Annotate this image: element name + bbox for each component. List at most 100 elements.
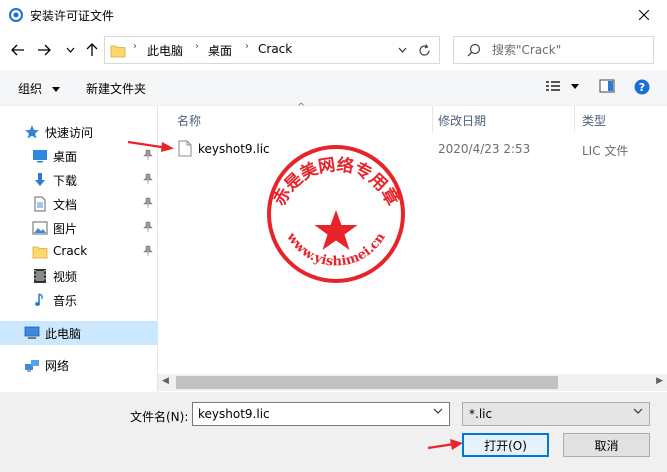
breadcrumb-separator: › [245,41,249,52]
nav-pictures-label: 图片 [53,222,78,236]
music-icon [35,293,43,306]
dialog-footer: 文件名(N): *.lic 打开(O) 取消 [0,392,667,472]
breadcrumb-desktop[interactable]: 桌面 [208,42,232,59]
dialog-app-icon [9,8,23,22]
filename-combobox[interactable] [192,402,450,426]
pin-icon[interactable] [142,173,154,185]
column-divider[interactable] [432,106,433,132]
organize-label: 组织 [18,82,43,96]
chevron-down-icon [66,47,74,53]
pin-icon[interactable] [142,221,154,233]
address-history-dropdown[interactable] [395,43,409,57]
document-icon [34,196,46,212]
file-row[interactable]: keyshot9.lic 2020/4/23 2:53 LIC 文件 [158,138,667,160]
preview-pane-button[interactable] [599,79,615,93]
column-divider[interactable] [574,106,575,132]
file-type-filter-value: *.lic [469,407,493,421]
preview-pane-icon [599,79,615,93]
annotation-arrow-icon [427,439,463,450]
refresh-icon [419,43,430,56]
back-button[interactable] [8,40,28,60]
scroll-right-icon[interactable]: ▶ [656,376,663,386]
search-icon [467,43,481,57]
breadcrumb-this-pc[interactable]: 此电脑 [147,42,183,59]
caret-down-icon [51,87,60,92]
horizontal-scrollbar[interactable]: ◀ ▶ [158,374,667,391]
sort-ascending-icon: ^ [297,102,306,113]
column-headers: ^ 名称 修改日期 类型 [158,102,667,132]
file-name: keyshot9.lic [198,142,270,156]
pictures-icon [32,221,48,235]
annotation-arrow-icon [127,140,174,152]
organize-menu[interactable]: 组织 [18,80,60,97]
refresh-button[interactable] [410,36,440,64]
arrow-up-icon [86,43,98,56]
red-seal-stamp: 赤是美网络专用章 www.yishimei.cn [267,145,405,283]
folder-icon [32,246,48,259]
arrow-left-icon [11,44,24,56]
column-header-type[interactable]: 类型 [582,112,606,129]
svg-text:?: ? [639,81,645,94]
arrow-right-icon [38,44,51,56]
scroll-left-icon[interactable]: ◀ [162,376,169,386]
address-row: › 此电脑 › 桌面 › Crack [0,30,667,70]
video-icon [34,269,46,283]
file-icon [178,140,192,157]
forward-button[interactable] [34,40,54,60]
chevron-down-icon [398,47,406,53]
nav-crack-label: Crack [53,244,88,258]
chevron-down-icon [633,408,643,414]
column-header-date[interactable]: 修改日期 [438,112,486,129]
file-type: LIC 文件 [582,144,629,158]
chevron-down-icon[interactable] [433,408,443,415]
open-button[interactable]: 打开(O) [462,433,549,457]
nav-pictures[interactable]: 图片 [0,216,158,240]
pin-icon[interactable] [142,197,154,209]
title-bar: 安装许可证文件 [0,0,667,30]
svg-text:赤是美网络专用章: 赤是美网络专用章 [269,154,403,209]
new-folder-button[interactable]: 新建文件夹 [86,80,146,97]
address-bar[interactable]: › 此电脑 › 桌面 › Crack [104,36,440,64]
filename-input[interactable] [198,406,418,422]
command-bar: 组织 新建文件夹 ? [0,70,667,106]
file-list: ^ 名称 修改日期 类型 keyshot9.lic 2020/4/23 2:53… [158,102,667,392]
nav-downloads[interactable]: 下载 [0,168,158,192]
nav-this-pc[interactable]: 此电脑 [0,321,158,345]
view-options-button[interactable] [545,79,579,93]
nav-videos-label: 视频 [53,270,78,284]
file-date: 2020/4/23 2:53 [438,142,531,156]
nav-videos[interactable]: 视频 [0,264,158,288]
breadcrumb-separator: › [133,41,137,52]
nav-network-label: 网络 [45,359,70,373]
nav-crack[interactable]: Crack [0,240,158,264]
pin-icon[interactable] [142,245,154,257]
download-icon [35,173,45,186]
nav-documents-label: 文档 [53,198,78,212]
breadcrumb-crack[interactable]: Crack [258,42,292,56]
nav-documents[interactable]: 文档 [0,192,158,216]
breadcrumb-separator: › [195,41,199,52]
recent-locations-button[interactable] [60,40,80,60]
computer-icon [24,326,40,339]
close-icon [639,10,649,20]
column-header-name[interactable]: 名称 [177,112,201,129]
caret-down-icon [571,83,579,89]
scrollbar-thumb[interactable] [176,376,558,389]
nav-network[interactable]: 网络 [0,353,158,377]
desktop-icon [33,150,47,163]
filename-label: 文件名(N): [130,410,189,424]
file-type-filter[interactable]: *.lic [462,402,650,426]
search-box[interactable] [453,36,654,64]
help-icon: ? [634,79,650,95]
nav-desktop-label: 桌面 [53,150,78,164]
nav-music-label: 音乐 [53,294,78,308]
nav-music[interactable]: 音乐 [0,288,158,312]
search-input[interactable] [492,41,642,59]
up-button[interactable] [82,40,102,60]
close-button[interactable] [621,0,667,30]
star-icon [25,125,39,139]
cancel-button[interactable]: 取消 [563,433,650,457]
network-icon [25,360,39,372]
nav-this-pc-label: 此电脑 [45,327,82,341]
help-button[interactable]: ? [634,79,650,95]
